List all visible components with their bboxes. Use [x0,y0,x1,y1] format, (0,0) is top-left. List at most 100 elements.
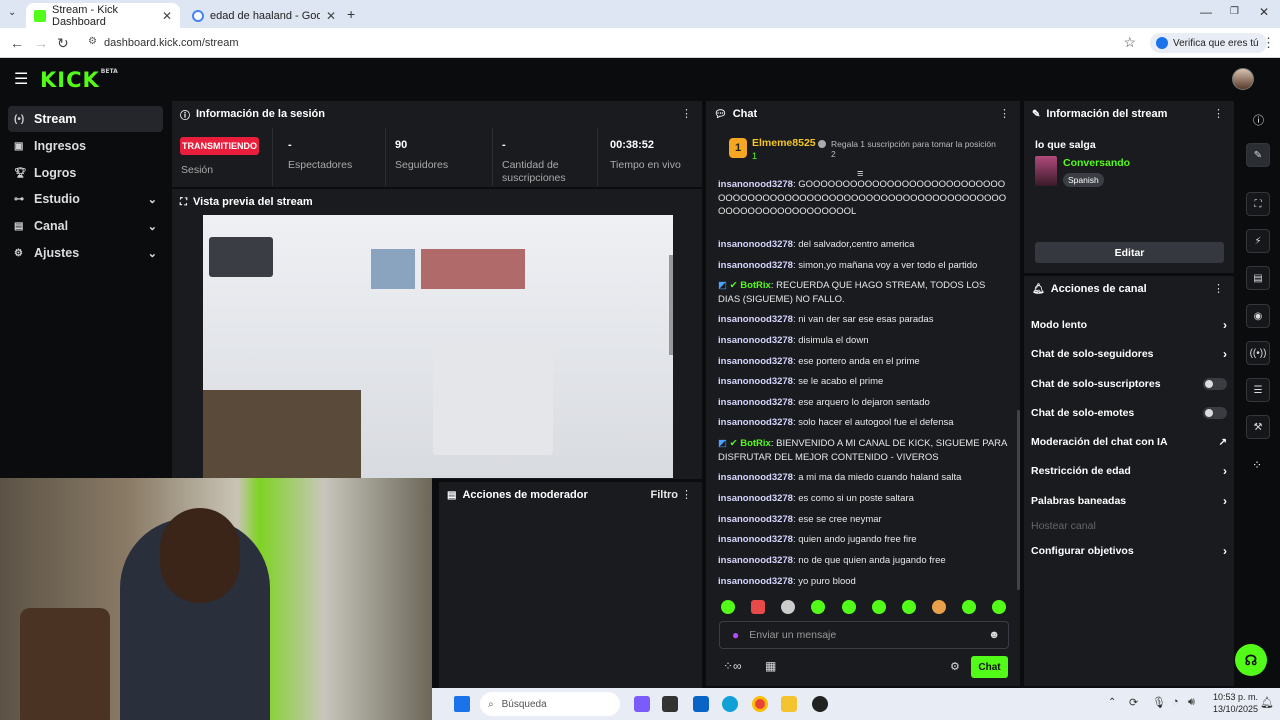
close-tab-icon[interactable]: ✕ [162,9,172,23]
chat-username[interactable]: insanonood3278 [718,493,793,504]
emote-button[interactable] [751,600,765,614]
url-field[interactable]: ⚙ dashboard.kick.com/stream ☆ [82,32,1142,54]
sidebar-item-estudio[interactable]: ⊶ Estudio ⌄ [8,186,163,212]
sidebar-item-stream[interactable]: (•) Stream [8,106,163,132]
volume-icon[interactable]: 🔊︎ [1188,696,1195,709]
new-tab-icon[interactable]: + [347,6,355,22]
emote-button[interactable] [842,600,856,614]
site-info-icon[interactable]: ⚙ [88,36,97,47]
chat-username[interactable]: insanonood3278 [718,314,793,325]
stream-info-menu-icon[interactable]: ⋮ [1213,107,1224,120]
chrome-icon[interactable] [752,696,768,712]
notification-bell-icon[interactable]: 🔔︎ [1260,696,1274,709]
tab-list-icon[interactable]: ⌄ [8,7,16,18]
mic-icon[interactable]: ● [732,628,739,642]
user-avatar[interactable] [1232,68,1254,90]
browser-tab-kick[interactable]: Stream - Kick Dashboard ✕ [26,3,180,28]
chat-input[interactable]: ● Enviar un mensaje ☻ [719,621,1009,649]
stream-preview-video[interactable] [203,215,673,478]
windows-start-icon[interactable] [454,696,470,712]
chat-scrollbar[interactable] [1017,410,1020,590]
emotes-only-toggle[interactable] [1203,407,1227,419]
browser-tab-google[interactable]: edad de haaland - Google Sear ✕ [184,3,344,28]
emote-button[interactable] [902,600,916,614]
notes-rail-icon[interactable]: ▤ [1246,266,1270,290]
filter-button[interactable]: Filtro [651,489,679,501]
stream-category[interactable]: Conversando [1063,157,1130,169]
followers-only-setting[interactable]: Chat de solo-seguidores › [1031,345,1227,363]
mod-actions-menu-icon[interactable]: ⋮ [681,488,692,501]
preview-rail-icon[interactable]: ⛶ [1246,192,1270,216]
chat-settings-icon[interactable]: ⚙ [950,660,960,673]
minimize-icon[interactable]: — [1200,5,1212,19]
back-icon[interactable]: ← [10,35,24,51]
chat-username[interactable]: insanonood3278 [718,514,793,525]
verify-button[interactable]: Verifica que eres tú [1150,33,1267,53]
layout-rail-icon[interactable]: ☰ [1246,378,1270,402]
bookmark-star-icon[interactable]: ☆ [1123,34,1136,51]
restore-icon[interactable]: ❐ [1230,6,1239,17]
sidebar-item-canal[interactable]: ▤ Canal ⌄ [8,213,163,239]
browser-menu-icon[interactable]: ⋮ [1262,35,1275,51]
file-explorer-icon[interactable] [781,696,797,712]
support-headset-button[interactable]: ☊ [1235,644,1267,676]
kick-logo[interactable]: KICKBETA [40,68,118,92]
store-icon[interactable]: ▦ [765,659,776,673]
sync-icon[interactable]: ⟳ [1129,696,1138,709]
emote-button[interactable] [721,600,735,614]
edit-stream-button[interactable]: Editar [1035,242,1224,263]
store-app-icon[interactable] [693,696,709,712]
reload-icon[interactable]: ↻ [57,35,69,52]
emote-button[interactable] [962,600,976,614]
emote-button[interactable] [781,600,795,614]
wrench-rail-icon[interactable]: ⚒ [1246,415,1270,439]
chat-username[interactable]: insanonood3278 [718,179,793,190]
chat-username[interactable]: insanonood3278 [718,555,793,566]
subscribers-only-toggle[interactable] [1203,378,1227,390]
chat-username[interactable]: insanonood3278 [718,417,793,428]
session-menu-icon[interactable]: ⋮ [681,107,692,120]
chat-username[interactable]: BotRix [740,438,771,449]
chat-username[interactable]: insanonood3278 [718,239,793,250]
emote-button[interactable] [932,600,946,614]
lightning-rail-icon[interactable]: ⚡︎ [1246,229,1270,253]
copilot-icon[interactable] [634,696,650,712]
hamburger-menu-icon[interactable]: ☰ [14,69,28,89]
sidebar-item-ajustes[interactable]: ⚙ Ajustes ⌄ [8,240,163,266]
emote-button[interactable] [872,600,886,614]
edit-rail-icon[interactable]: ✎ [1246,143,1270,167]
chat-username[interactable]: insanonood3278 [718,576,793,587]
emoji-picker-icon[interactable]: ☻ [988,629,1000,641]
channel-actions-menu-icon[interactable]: ⋮ [1213,282,1224,295]
chat-username[interactable]: insanonood3278 [718,472,793,483]
sidebar-item-ingresos[interactable]: ▣ Ingresos [8,133,163,159]
leaderboard-user[interactable]: Elmeme8525 [752,137,816,149]
banned-words-setting[interactable]: Palabras baneadas › [1031,492,1227,510]
chat-username[interactable]: insanonood3278 [718,534,793,545]
chat-username[interactable]: insanonood3278 [718,260,793,271]
chat-users-icon[interactable]: ⁘∞ [723,659,742,673]
send-chat-button[interactable]: Chat [971,656,1008,678]
gift-prompt[interactable]: Regala 1 suscripción para tomar la posic… [831,139,1001,159]
chat-username[interactable]: insanonood3278 [718,376,793,387]
microphone-icon[interactable]: 🎙︎ [1152,696,1166,709]
chat-menu-icon[interactable]: ⋮ [999,107,1010,120]
close-tab-icon[interactable]: ✕ [326,9,336,23]
chat-username[interactable]: insanonood3278 [718,356,793,367]
taskbar-search[interactable]: ⌕ Búsqueda [480,692,620,716]
close-window-icon[interactable]: ✕ [1259,5,1269,19]
obs-icon[interactable] [812,696,828,712]
edge-icon[interactable] [722,696,738,712]
users-rail-icon[interactable]: ⁘ [1252,458,1262,472]
forward-icon[interactable]: → [34,35,48,51]
goals-setting[interactable]: Configurar objetivos › [1031,542,1227,560]
age-restriction-setting[interactable]: Restricción de edad › [1031,462,1227,480]
chat-username[interactable]: insanonood3278 [718,335,793,346]
chat-username[interactable]: insanonood3278 [718,397,793,408]
tray-overflow-icon[interactable]: ⌃ [1108,697,1116,708]
chat-username[interactable]: BotRix [740,280,771,291]
emote-button[interactable] [811,600,825,614]
info-rail-icon[interactable]: ⓘ [1253,112,1264,128]
sidebar-item-logros[interactable]: 🏆︎ Logros [8,160,163,186]
emote-button[interactable] [992,600,1006,614]
